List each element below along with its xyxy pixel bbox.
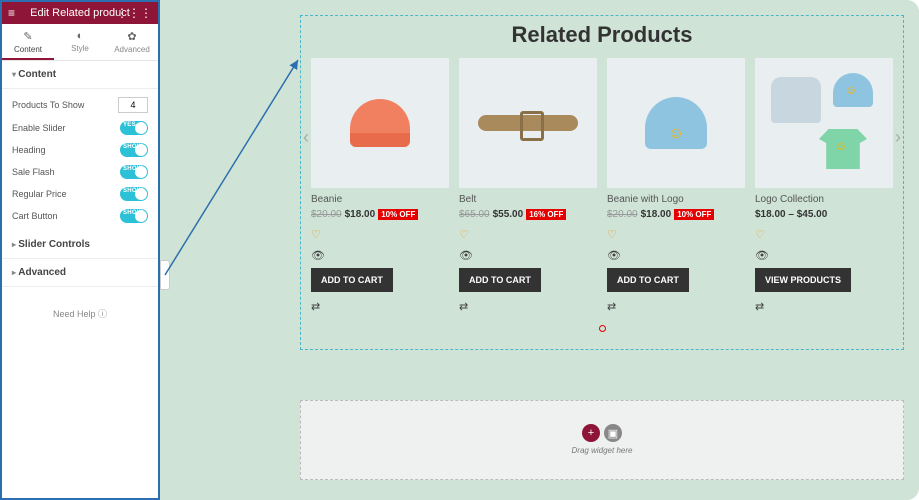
compare-icon[interactable]: ⇄ bbox=[311, 300, 449, 313]
row-regular-price: Regular Price bbox=[2, 183, 158, 205]
product-name: Beanie with Logo bbox=[607, 194, 745, 205]
slider-dots bbox=[311, 319, 893, 337]
discount-badge: 16% OFF bbox=[526, 209, 566, 220]
wishlist-icon[interactable]: ♡ bbox=[607, 228, 745, 241]
product-card: Beanie with Logo $20.00 $18.00 10% OFF ♡… bbox=[607, 58, 745, 313]
widget-title: Related Products bbox=[301, 16, 903, 58]
product-price: $18.00 – $45.00 bbox=[755, 209, 893, 220]
toggle-cart-button[interactable] bbox=[120, 209, 148, 223]
row-products-to-show: Products To Show bbox=[2, 93, 158, 117]
section-slider-controls-head[interactable]: Slider Controls bbox=[2, 231, 158, 259]
wishlist-icon[interactable]: ♡ bbox=[459, 228, 597, 241]
tab-advanced[interactable]: ✿Advanced bbox=[106, 24, 158, 60]
view-products-button[interactable]: VIEW PRODUCTS bbox=[755, 268, 851, 292]
quickview-icon[interactable]: 👁 bbox=[607, 249, 745, 262]
product-price: $20.00 $18.00 10% OFF bbox=[607, 209, 745, 220]
slider-prev-arrow[interactable]: ‹ bbox=[303, 128, 309, 146]
contrast-icon: ◐ bbox=[54, 30, 106, 42]
product-card: Logo Collection $18.00 – $45.00 ♡ 👁 VIEW… bbox=[755, 58, 893, 313]
compare-icon[interactable]: ⇄ bbox=[607, 300, 745, 313]
toggle-heading[interactable] bbox=[120, 143, 148, 157]
compare-icon[interactable]: ⇄ bbox=[459, 300, 597, 313]
product-image[interactable] bbox=[607, 58, 745, 188]
sidebar-header: ≡ Edit Related product ⋮⋮⋮ bbox=[2, 2, 158, 24]
add-widget-button[interactable]: + bbox=[582, 424, 600, 442]
product-image[interactable] bbox=[311, 58, 449, 188]
toggle-regular-price[interactable] bbox=[120, 187, 148, 201]
add-to-cart-button[interactable]: ADD TO CART bbox=[607, 268, 689, 292]
product-price: $65.00 $55.00 16% OFF bbox=[459, 209, 597, 220]
product-name: Beanie bbox=[311, 194, 449, 205]
apps-icon[interactable]: ⋮⋮⋮ bbox=[116, 6, 152, 20]
add-to-cart-button[interactable]: ADD TO CART bbox=[311, 268, 393, 292]
related-products-widget[interactable]: Related Products ‹ › Beanie $20.00 $18.0… bbox=[300, 15, 904, 350]
section-content-body: Products To Show Enable Slider Heading S… bbox=[2, 89, 158, 231]
template-library-button[interactable]: ▣ bbox=[604, 424, 622, 442]
panel-collapse-handle[interactable] bbox=[160, 260, 170, 290]
tab-style[interactable]: ◐Style bbox=[54, 24, 106, 60]
section-content-head[interactable]: Content bbox=[2, 61, 158, 89]
product-card: Belt $65.00 $55.00 16% OFF ♡ 👁 ADD TO CA… bbox=[459, 58, 597, 313]
editor-sidebar: ≡ Edit Related product ⋮⋮⋮ ✎Content ◐Sty… bbox=[0, 0, 160, 500]
preview-canvas: Related Products ‹ › Beanie $20.00 $18.0… bbox=[160, 0, 919, 500]
product-slider: ‹ › Beanie $20.00 $18.00 10% OFF ♡ 👁 ADD… bbox=[311, 58, 893, 337]
toggle-sale-flash[interactable] bbox=[120, 165, 148, 179]
tab-content[interactable]: ✎Content bbox=[2, 24, 54, 60]
discount-badge: 10% OFF bbox=[378, 209, 418, 220]
product-image[interactable] bbox=[755, 58, 893, 188]
dropzone-text: Drag widget here bbox=[572, 446, 633, 456]
need-help-link[interactable]: Need Help ⓘ bbox=[2, 287, 158, 340]
product-name: Logo Collection bbox=[755, 194, 893, 205]
wishlist-icon[interactable]: ♡ bbox=[311, 228, 449, 241]
row-sale-flash: Sale Flash bbox=[2, 161, 158, 183]
row-heading: Heading bbox=[2, 139, 158, 161]
slider-dot[interactable] bbox=[599, 325, 606, 332]
product-card: Beanie $20.00 $18.00 10% OFF ♡ 👁 ADD TO … bbox=[311, 58, 449, 313]
wishlist-icon[interactable]: ♡ bbox=[755, 228, 893, 241]
row-cart-button: Cart Button bbox=[2, 205, 158, 227]
add-to-cart-button[interactable]: ADD TO CART bbox=[459, 268, 541, 292]
products-to-show-input[interactable] bbox=[118, 97, 148, 113]
quickview-icon[interactable]: 👁 bbox=[755, 249, 893, 262]
widget-dropzone[interactable]: + ▣ Drag widget here bbox=[300, 400, 904, 480]
menu-icon[interactable]: ≡ bbox=[8, 6, 15, 20]
gear-icon: ✿ bbox=[106, 30, 158, 43]
toggle-enable-slider[interactable] bbox=[120, 121, 148, 135]
pencil-icon: ✎ bbox=[2, 30, 54, 43]
quickview-icon[interactable]: 👁 bbox=[311, 249, 449, 262]
product-price: $20.00 $18.00 10% OFF bbox=[311, 209, 449, 220]
slider-next-arrow[interactable]: › bbox=[895, 128, 901, 146]
quickview-icon[interactable]: 👁 bbox=[459, 249, 597, 262]
row-enable-slider: Enable Slider bbox=[2, 117, 158, 139]
section-advanced-head[interactable]: Advanced bbox=[2, 259, 158, 287]
compare-icon[interactable]: ⇄ bbox=[755, 300, 893, 313]
sidebar-title: Edit Related product bbox=[30, 7, 130, 19]
product-cards: Beanie $20.00 $18.00 10% OFF ♡ 👁 ADD TO … bbox=[311, 58, 893, 313]
product-name: Belt bbox=[459, 194, 597, 205]
discount-badge: 10% OFF bbox=[674, 209, 714, 220]
editor-tabs: ✎Content ◐Style ✿Advanced bbox=[2, 24, 158, 61]
product-image[interactable] bbox=[459, 58, 597, 188]
dropzone-buttons: + ▣ bbox=[582, 424, 622, 442]
